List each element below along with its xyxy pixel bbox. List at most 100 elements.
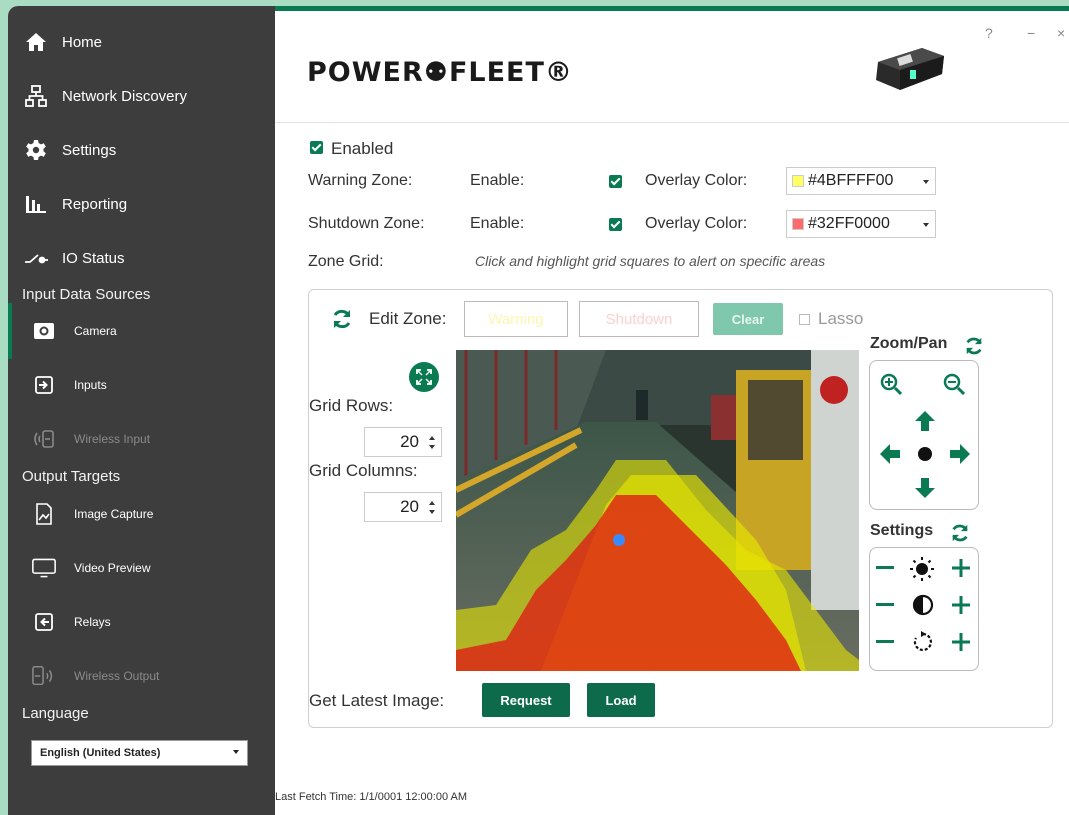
brightness-icon: [910, 557, 934, 581]
language-header: Language: [22, 705, 89, 722]
shutdown-zone-button[interactable]: Shutdown: [579, 301, 699, 337]
camera-icon: [32, 319, 56, 343]
brightness-increase-icon[interactable]: [952, 559, 970, 577]
sidebar-item-wireless-input[interactable]: Wireless Input: [8, 417, 275, 461]
nav-home[interactable]: Home: [8, 20, 275, 64]
rotate-icon: [913, 631, 932, 652]
sidebar-item-video-preview[interactable]: Video Preview: [8, 546, 275, 590]
nav-io-status[interactable]: IO Status: [8, 236, 275, 280]
help-button[interactable]: ?: [985, 25, 993, 41]
grid-rows-stepper[interactable]: 20: [364, 427, 442, 457]
sidebar: Home Network Discovery Settings Reportin…: [8, 6, 275, 815]
sidebar-item-image-capture[interactable]: Image Capture: [8, 492, 275, 536]
app-window: Home Network Discovery Settings Reportin…: [8, 6, 1069, 815]
shutdown-enable-checkbox[interactable]: [609, 218, 622, 231]
input-data-sources-header: Input Data Sources: [22, 286, 151, 303]
home-icon: [22, 28, 50, 56]
zoom-in-icon[interactable]: [880, 373, 902, 395]
zoom-pan-label: Zoom/Pan: [870, 335, 948, 352]
warning-overlay-label: Overlay Color:: [645, 172, 748, 189]
warning-zone-label: Warning Zone:: [308, 172, 413, 189]
camera-device-icon: [876, 48, 944, 90]
shutdown-color-value: #32FF0000: [808, 215, 890, 232]
contrast-icon: [912, 594, 934, 616]
contrast-decrease-icon[interactable]: [876, 603, 894, 607]
chevron-down-icon: [923, 223, 929, 227]
shutdown-color-swatch: [792, 218, 804, 230]
zone-grid-label: Zone Grid:: [308, 253, 384, 270]
chevron-down-icon: [233, 750, 239, 754]
camera-feed-image[interactable]: [456, 350, 859, 671]
stepper-up-icon[interactable]: [429, 436, 435, 440]
warning-color-swatch: [792, 175, 804, 187]
pan-down-icon[interactable]: [914, 477, 936, 499]
grid-rows-value: 20: [400, 432, 419, 451]
zoom-reset-icon[interactable]: [964, 336, 984, 356]
sidebar-item-relays-label: Relays: [74, 615, 111, 629]
sidebar-item-wireless-output[interactable]: Wireless Output: [8, 654, 275, 698]
load-button[interactable]: Load: [587, 683, 655, 717]
pan-center-icon[interactable]: [917, 446, 933, 462]
warning-enable-checkbox[interactable]: [609, 175, 622, 188]
nav-settings[interactable]: Settings: [8, 128, 275, 172]
sidebar-item-relays[interactable]: Relays: [8, 600, 275, 644]
enabled-label: Enabled: [331, 139, 394, 158]
language-select[interactable]: English (United States): [31, 740, 248, 766]
nav-reporting-label: Reporting: [62, 195, 128, 213]
relay-icon: [32, 610, 56, 634]
pan-right-icon[interactable]: [949, 443, 971, 465]
monitor-icon: [32, 556, 56, 580]
image-capture-icon: [32, 502, 56, 526]
bar-chart-icon: [22, 190, 50, 218]
camera-settings-content: Enabled Warning Zone: Enable: Overlay Co…: [275, 124, 1069, 815]
output-targets-header: Output Targets: [22, 468, 121, 485]
last-fetch-time: Last Fetch Time: 1/1/0001 12:00:00 AM: [275, 791, 468, 803]
zone-grid-hint: Click and highlight grid squares to aler…: [475, 253, 826, 269]
pan-up-icon[interactable]: [914, 410, 936, 432]
warning-color-picker[interactable]: #4BFFFF00: [786, 167, 936, 195]
refresh-icon[interactable]: [331, 308, 353, 330]
sidebar-item-image-capture-label: Image Capture: [74, 507, 154, 521]
nav-reporting[interactable]: Reporting: [8, 182, 275, 226]
pan-left-icon[interactable]: [879, 443, 901, 465]
warning-zone-button[interactable]: Warning: [464, 301, 568, 337]
warning-enable-label: Enable:: [470, 172, 525, 189]
brightness-decrease-icon[interactable]: [876, 566, 894, 570]
clear-button[interactable]: Clear: [713, 303, 783, 335]
sidebar-item-video-preview-label: Video Preview: [74, 561, 151, 575]
sidebar-item-inputs[interactable]: Inputs: [8, 363, 275, 407]
app-header: POWER⚉FLEET® ? − ×: [275, 11, 1069, 123]
grid-columns-stepper[interactable]: 20: [364, 492, 442, 522]
minimize-button[interactable]: −: [1027, 25, 1035, 41]
rotate-decrease-icon[interactable]: [876, 640, 894, 644]
edit-zone-label: Edit Zone:: [369, 309, 447, 328]
warning-color-value: #4BFFFF00: [808, 172, 894, 189]
sidebar-item-wireless-output-label: Wireless Output: [74, 669, 160, 683]
lasso-label: Lasso: [818, 309, 864, 328]
nav-network-discovery[interactable]: Network Discovery: [8, 74, 275, 118]
sidebar-item-camera[interactable]: Camera: [8, 309, 275, 353]
wireless-input-icon: [32, 427, 56, 451]
enabled-checkbox[interactable]: [310, 141, 323, 154]
grid-rows-label: Grid Rows:: [309, 396, 394, 415]
stepper-up-icon[interactable]: [429, 501, 435, 505]
stepper-down-icon[interactable]: [429, 510, 435, 514]
image-settings-controls: [869, 547, 979, 671]
zoom-pan-controls: [869, 360, 979, 510]
io-switch-icon: [22, 244, 50, 272]
chevron-down-icon: [923, 180, 929, 184]
settings-reset-icon[interactable]: [950, 523, 970, 543]
shutdown-color-picker[interactable]: #32FF0000: [786, 210, 936, 238]
stepper-down-icon[interactable]: [429, 445, 435, 449]
close-button[interactable]: ×: [1057, 25, 1065, 41]
expand-icon[interactable]: [409, 362, 439, 392]
request-button[interactable]: Request: [482, 683, 570, 717]
sidebar-item-wireless-input-label: Wireless Input: [74, 432, 151, 446]
zone-editor-panel: Edit Zone: Warning Shutdown Clear Lasso …: [308, 289, 1053, 728]
zoom-out-icon[interactable]: [943, 373, 965, 395]
lasso-checkbox[interactable]: [799, 314, 810, 325]
rotate-increase-icon[interactable]: [952, 633, 970, 651]
nav-io-status-label: IO Status: [62, 249, 125, 267]
contrast-increase-icon[interactable]: [952, 596, 970, 614]
get-latest-image-label: Get Latest Image:: [309, 691, 445, 710]
